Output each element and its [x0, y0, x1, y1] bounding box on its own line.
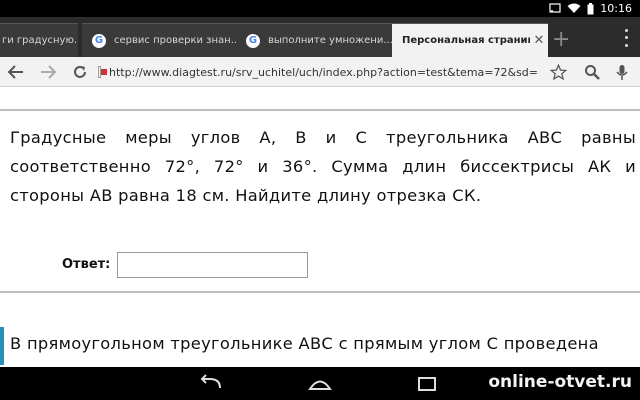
divider	[0, 109, 640, 111]
divider	[0, 291, 640, 293]
mic-icon[interactable]	[612, 62, 632, 82]
new-tab-button[interactable]: +	[552, 29, 570, 51]
status-icons: 10:16	[549, 1, 632, 16]
browser-toolbar: http://www.diagtest.ru/srv_uchitel/uch/i…	[0, 57, 640, 87]
page-content: Градусные меры углов А, В и С треугольни…	[0, 87, 640, 367]
answer-label: Ответ:	[62, 257, 111, 272]
back-nav-icon[interactable]	[198, 374, 224, 394]
url-text: http://www.diagtest.ru/srv_uchitel/uch/i…	[108, 65, 538, 79]
tab-4-title: Персональная страниц...	[402, 35, 530, 46]
cast-icon	[549, 3, 561, 13]
tab-4-active[interactable]: Персональная страниц... ✕	[392, 23, 548, 57]
next-question-text: В прямоугольном треугольнике АВС с прямы…	[10, 334, 599, 353]
status-bar: 10:16	[0, 0, 640, 17]
recents-nav-icon[interactable]	[414, 374, 440, 394]
question-text: Градусные меры углов А, В и С треугольни…	[10, 128, 636, 205]
google-icon: G	[92, 33, 106, 48]
address-bar[interactable]: http://www.diagtest.ru/srv_uchitel/uch/i…	[98, 63, 538, 81]
home-nav-icon[interactable]	[307, 374, 333, 394]
battery-icon	[587, 2, 594, 14]
tab-2-title: сервис проверки знан...	[114, 35, 240, 46]
question-marker	[0, 327, 4, 365]
reload-icon[interactable]	[70, 62, 90, 82]
back-icon[interactable]	[6, 62, 26, 82]
tab-3-title: выполните умножени...	[268, 35, 392, 46]
search-icon[interactable]	[582, 62, 602, 82]
wifi-icon	[567, 3, 581, 13]
watermark: online-otvet.ru	[488, 372, 632, 392]
menu-icon[interactable]	[620, 27, 632, 49]
tab-2[interactable]: G сервис проверки знан...	[82, 23, 240, 57]
answer-input[interactable]	[117, 252, 308, 278]
tab-3[interactable]: G выполните умножени...	[236, 23, 392, 57]
bookmark-star-icon[interactable]	[548, 62, 568, 82]
status-time: 10:16	[600, 2, 632, 15]
tab-1[interactable]: ги градусную...	[0, 23, 78, 57]
forward-icon[interactable]	[38, 62, 58, 82]
page-icon	[98, 66, 107, 78]
tab-strip: ги градусную... G сервис проверки знан..…	[0, 17, 640, 57]
google-icon: G	[246, 33, 260, 48]
tab-1-title: ги градусную...	[2, 35, 78, 46]
navigation-bar: online-otvet.ru	[0, 367, 640, 400]
close-tab-icon[interactable]: ✕	[530, 33, 548, 48]
